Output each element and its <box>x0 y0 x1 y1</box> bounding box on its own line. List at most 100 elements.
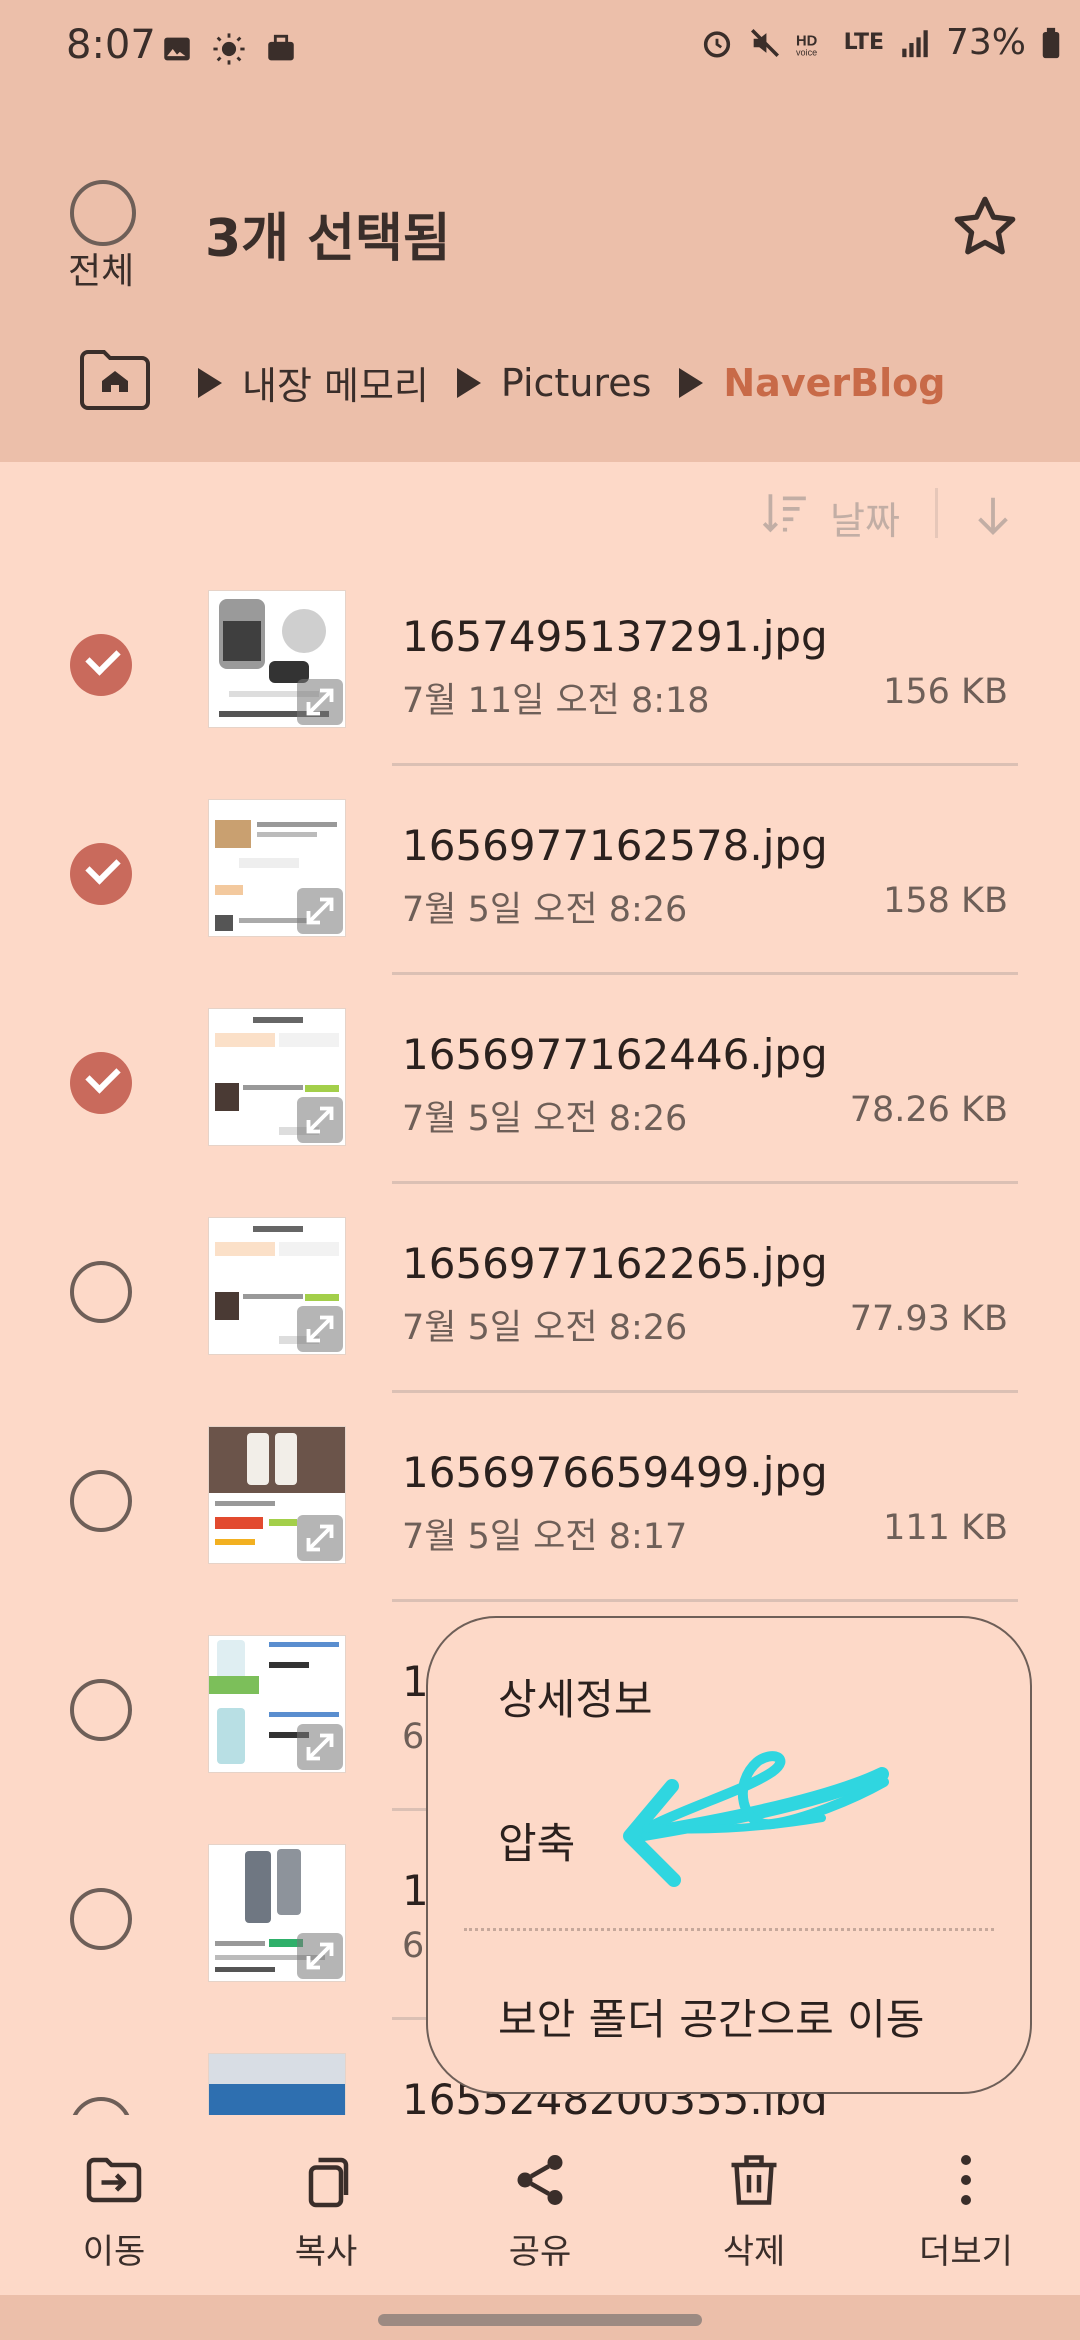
file-name: 1 <box>402 1866 429 1915</box>
work-notification-icon <box>268 34 294 61</box>
menu-item-details[interactable]: 상세정보 <box>498 1666 653 1727</box>
file-size: 156 KB <box>883 672 1008 712</box>
file-name: 1656977162265.jpg <box>402 1239 828 1288</box>
photo-image <box>209 2054 345 2115</box>
file-size: 111 KB <box>883 1508 1008 1548</box>
row-checkbox[interactable] <box>70 634 132 696</box>
row-divider <box>392 763 1018 766</box>
file-date: 7월 5일 오전 8:17 <box>402 1517 688 1557</box>
copy-button[interactable]: 복사 <box>256 2150 396 2273</box>
sort-bar: 날짜 <box>750 478 1070 548</box>
breadcrumb-pictures[interactable]: Pictures <box>501 361 651 405</box>
file-date: 7월 5일 오전 8:26 <box>402 1099 688 1139</box>
sort-separator <box>935 488 938 538</box>
more-label: 더보기 <box>919 2232 1013 2272</box>
file-size: 77.93 KB <box>849 1299 1008 1339</box>
file-name: 1657495137291.jpg <box>402 612 828 661</box>
file-thumbnail <box>208 1426 346 1564</box>
battery-percent: 73% <box>945 22 1026 63</box>
more-button[interactable]: 더보기 <box>896 2150 1036 2273</box>
copy-label: 복사 <box>294 2232 358 2272</box>
menu-divider <box>464 1928 994 1931</box>
file-thumbnail <box>208 799 346 937</box>
mute-icon <box>750 28 779 57</box>
row-checkbox[interactable] <box>70 1261 132 1323</box>
home-gesture-handle[interactable] <box>378 2314 702 2326</box>
row-divider <box>392 1181 1018 1184</box>
status-time: 8:07 <box>66 22 156 68</box>
copy-icon <box>308 2157 349 2208</box>
share-label: 공유 <box>508 2232 572 2272</box>
row-checkbox[interactable] <box>70 843 132 905</box>
file-name: 1656976659499.jpg <box>402 1448 828 1497</box>
expand-preview-icon[interactable] <box>297 1515 343 1561</box>
expand-preview-icon[interactable] <box>297 1933 343 1979</box>
file-name: 1656977162578.jpg <box>402 821 828 870</box>
sort-icon[interactable] <box>760 488 810 538</box>
sort-direction-down-icon[interactable] <box>970 490 1016 540</box>
file-size: 158 KB <box>883 881 1008 921</box>
file-row[interactable]: 1657495137291.jpg 7월 11일 오전 8:18 156 KB <box>0 560 1080 769</box>
status-bar: 8:07 HD voice LTE 73% <box>0 0 1080 100</box>
home-folder-icon[interactable] <box>78 348 152 412</box>
expand-preview-icon[interactable] <box>297 679 343 725</box>
file-row[interactable]: 1656977162446.jpg 7월 5일 오전 8:26 78.26 KB <box>0 978 1080 1187</box>
bottom-action-bar: 이동 복사 공유 삭제 더보기 <box>0 2115 1080 2295</box>
row-checkbox[interactable] <box>70 1679 132 1741</box>
file-row[interactable]: 1656976659499.jpg 7월 5일 오전 8:17 111 KB <box>0 1396 1080 1605</box>
file-date: 7월 5일 오전 8:26 <box>402 890 688 930</box>
hd-voice-icon: HDvoice <box>796 33 818 57</box>
page-title: 3개 선택됨 <box>205 209 451 269</box>
arrow-annotation <box>623 1751 889 1887</box>
breadcrumb-arrow-icon <box>679 367 704 398</box>
share-button[interactable]: 공유 <box>470 2150 610 2273</box>
file-size: 78.26 KB <box>849 1090 1008 1130</box>
share-icon <box>517 2155 563 2205</box>
expand-preview-icon[interactable] <box>297 1097 343 1143</box>
image-notification-icon <box>164 37 190 61</box>
file-thumbnail <box>208 2053 346 2115</box>
sort-by-label[interactable]: 날짜 <box>830 490 900 545</box>
file-date: 6 <box>402 1717 425 1757</box>
breadcrumb-internal-storage[interactable]: 내장 메모리 <box>242 355 429 410</box>
select-all-label: 전체 <box>68 251 135 292</box>
trash-icon <box>731 2155 777 2205</box>
row-divider <box>392 1599 1018 1602</box>
battery-icon <box>1042 27 1060 58</box>
row-divider <box>392 972 1018 975</box>
menu-item-move-to-secure-folder[interactable]: 보안 폴더 공간으로 이동 <box>498 1986 924 2047</box>
breadcrumb-arrow-icon <box>456 367 481 398</box>
file-thumbnail <box>208 1635 346 1773</box>
brightness-icon <box>213 33 245 65</box>
svg-text:voice: voice <box>796 47 817 57</box>
file-row[interactable]: 1656977162578.jpg 7월 5일 오전 8:26 158 KB <box>0 769 1080 978</box>
row-checkbox[interactable] <box>70 2097 132 2115</box>
expand-preview-icon[interactable] <box>297 1306 343 1352</box>
delete-button[interactable]: 삭제 <box>684 2150 824 2273</box>
signal-icon <box>902 29 928 57</box>
select-all-checkbox[interactable] <box>70 180 136 246</box>
navigation-bar <box>0 2295 1080 2340</box>
alarm-icon <box>703 30 730 58</box>
move-folder-icon <box>86 2157 142 2203</box>
row-checkbox[interactable] <box>70 1470 132 1532</box>
file-row[interactable]: 1656977162265.jpg 7월 5일 오전 8:26 77.93 KB <box>0 1187 1080 1396</box>
move-label: 이동 <box>82 2232 146 2272</box>
file-date: 7월 5일 오전 8:26 <box>402 1308 688 1348</box>
file-thumbnail <box>208 1217 346 1355</box>
file-date: 7월 11일 오전 8:18 <box>402 681 710 721</box>
breadcrumb-arrow-icon <box>198 367 222 398</box>
row-checkbox[interactable] <box>70 1888 132 1950</box>
expand-preview-icon[interactable] <box>297 1724 343 1770</box>
delete-label: 삭제 <box>722 2232 786 2272</box>
breadcrumb-naverblog[interactable]: NaverBlog <box>723 361 945 405</box>
move-button[interactable]: 이동 <box>44 2150 184 2273</box>
star-icon[interactable] <box>950 192 1020 262</box>
file-name: 1656977162446.jpg <box>402 1030 828 1079</box>
file-name: 1 <box>402 1657 429 1706</box>
menu-item-compress[interactable]: 압축 <box>498 1810 575 1871</box>
row-checkbox[interactable] <box>70 1052 132 1114</box>
file-thumbnail <box>208 1008 346 1146</box>
expand-preview-icon[interactable] <box>297 888 343 934</box>
file-date: 6 <box>402 1926 425 1966</box>
